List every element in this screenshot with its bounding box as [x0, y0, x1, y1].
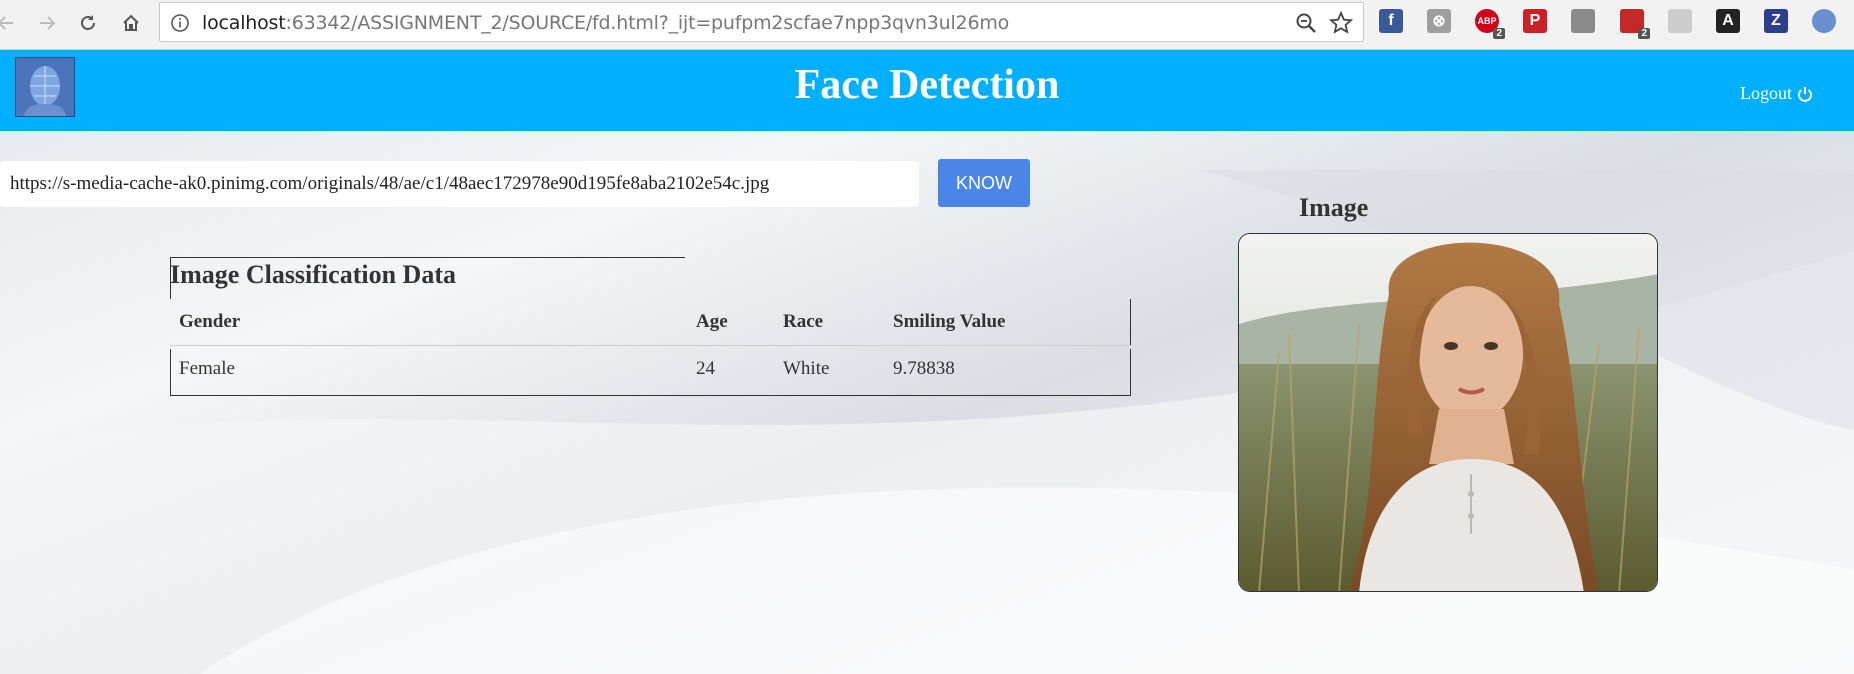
- bookmark-star-icon[interactable]: [1329, 11, 1353, 35]
- globe-extension-icon[interactable]: [1812, 9, 1836, 33]
- logout-label: Logout: [1740, 83, 1792, 103]
- table-right-border: [1130, 299, 1131, 345]
- header-smiling-value: Smiling Value: [884, 299, 1131, 346]
- back-button[interactable]: [0, 9, 20, 37]
- portrait-image: [1239, 234, 1657, 591]
- zotero-extension-icon[interactable]: Z: [1764, 9, 1788, 33]
- table-header-row: Gender Age Race Smiling Value: [170, 299, 1131, 346]
- facebook-extension-icon[interactable]: f: [1379, 9, 1403, 33]
- grey-extension-icon[interactable]: [1571, 9, 1595, 33]
- classification-caption: Image Classification Data: [170, 260, 456, 289]
- know-button[interactable]: KNOW: [938, 159, 1030, 207]
- a-extension-icon[interactable]: A: [1716, 9, 1740, 33]
- app-header: Face Detection Logout: [0, 50, 1854, 131]
- address-bar[interactable]: localhost:63342/ASSIGNMENT_2/SOURCE/fd.h…: [159, 2, 1364, 42]
- reload-button[interactable]: [74, 9, 102, 37]
- home-button[interactable]: [117, 9, 145, 37]
- address-url[interactable]: localhost:63342/ASSIGNMENT_2/SOURCE/fd.h…: [202, 12, 1009, 34]
- cell-gender: Female: [179, 357, 235, 379]
- cell-smiling-value: 9.78838: [893, 357, 955, 379]
- caption-rule: [170, 257, 685, 258]
- cell-age: 24: [696, 357, 715, 379]
- extension-badge: 2: [1493, 28, 1505, 39]
- page-title: Face Detection: [794, 62, 1060, 108]
- table-row: Female 24 White 9.78838: [170, 345, 1131, 392]
- header-gender: Gender: [170, 299, 687, 346]
- blocker-extension-icon[interactable]: ⊗: [1427, 9, 1451, 33]
- home-icon: [123, 14, 139, 31]
- header-race: Race: [774, 299, 884, 346]
- analyzed-photo: [1238, 233, 1658, 592]
- zoom-icon[interactable]: [1295, 12, 1317, 34]
- page-content: Face Detection Logout KNOW Image: [0, 50, 1854, 674]
- forward-button[interactable]: [33, 9, 61, 37]
- image-url-input[interactable]: [0, 161, 919, 207]
- pinterest-extension-icon[interactable]: P: [1523, 9, 1547, 33]
- classification-table: Gender Age Race Smiling Value Female 24 …: [170, 299, 1131, 392]
- adblock-plus-extension-icon[interactable]: ABP 2: [1475, 9, 1505, 39]
- power-icon: [1798, 86, 1812, 102]
- ublock-extension-icon[interactable]: 2: [1620, 9, 1650, 39]
- image-heading: Image: [1299, 193, 1369, 222]
- browser-toolbar: localhost:63342/ASSIGNMENT_2/SOURCE/fd.h…: [0, 0, 1854, 50]
- header-age: Age: [687, 299, 774, 346]
- back-arrow-icon: [0, 16, 13, 30]
- logout-link[interactable]: Logout: [1740, 83, 1813, 104]
- extension-badge: 2: [1638, 28, 1650, 39]
- info-icon[interactable]: [170, 13, 190, 33]
- puzzle-extension-icon[interactable]: [1668, 9, 1692, 33]
- forward-arrow-icon: [40, 16, 56, 30]
- reload-icon: [81, 15, 95, 30]
- cell-race: White: [783, 357, 830, 379]
